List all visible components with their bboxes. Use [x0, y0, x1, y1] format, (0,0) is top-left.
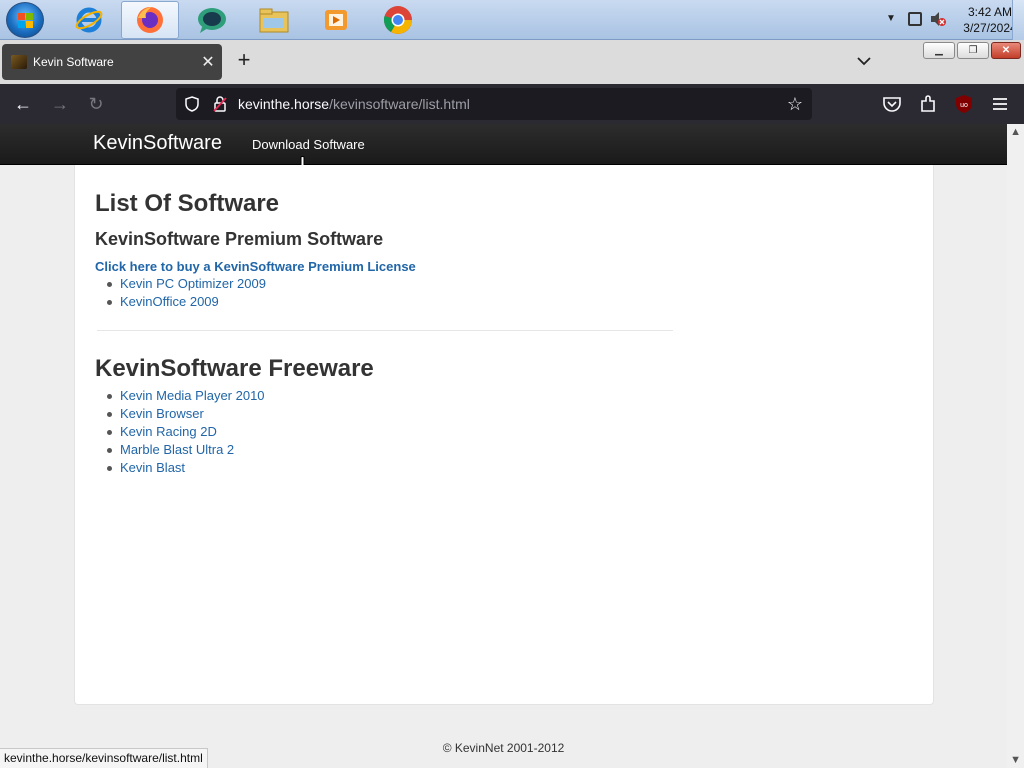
file-explorer-icon[interactable] [245, 1, 303, 39]
section-divider [97, 330, 673, 331]
address-bar[interactable]: kevinthe.horse/kevinsoftware/list.html ☆ [176, 88, 812, 120]
buy-premium-license-link[interactable]: Click here to buy a KevinSoftware Premiu… [95, 259, 416, 274]
firefox-icon[interactable] [121, 1, 179, 39]
tab-kevin-software[interactable]: Kevin Software ✕ [2, 44, 222, 80]
scroll-up-icon[interactable]: ▲ [1010, 126, 1021, 138]
premium-heading: KevinSoftware Premium Software [95, 229, 384, 249]
forward-arrow-icon[interactable]: → [47, 92, 73, 116]
site-favicon-icon [11, 55, 27, 69]
scroll-down-icon[interactable]: ▼ [1010, 754, 1021, 766]
extensions-puzzle-icon[interactable] [917, 93, 939, 115]
premium-software-list: Kevin PC Optimizer 2009 KevinOffice 2009 [107, 275, 266, 311]
internet-explorer-icon[interactable] [60, 1, 118, 39]
url-host: kevinthe.horse [238, 96, 330, 112]
chevron-down-icon [857, 57, 871, 66]
ublock-origin-icon[interactable]: uo [953, 93, 975, 115]
tracking-protection-shield-icon[interactable] [185, 96, 199, 112]
system-tray: ▼ 3:42 AM 3/27/2024 [844, 0, 1024, 40]
windows-flag-icon [18, 13, 34, 29]
close-window-button[interactable]: ✕ [991, 42, 1021, 59]
list-item[interactable]: KevinOffice 2009 [107, 293, 266, 311]
main-content-card: List Of Software KevinSoftware Premium S… [74, 165, 934, 705]
windows-start-icon[interactable] [6, 2, 44, 38]
list-item[interactable]: Kevin PC Optimizer 2009 [107, 275, 266, 293]
volume-muted-icon[interactable] [930, 11, 946, 27]
list-item[interactable]: Kevin Browser [107, 405, 265, 423]
link-status-bar: kevinthe.horse/kevinsoftware/list.html [0, 748, 208, 768]
reload-icon[interactable]: ↻ [83, 92, 109, 116]
clock-date: 3/27/2024 [963, 21, 1017, 35]
window-controls: ▁ ❐ ✕ [923, 42, 1021, 59]
list-item[interactable]: Kevin Racing 2D [107, 423, 265, 441]
tab-title: Kevin Software [33, 55, 114, 69]
hamburger-menu-icon[interactable] [989, 93, 1011, 115]
insecure-lock-icon[interactable] [213, 96, 227, 112]
chat-bubble-app-icon[interactable] [183, 1, 241, 39]
browser-tab-strip: Kevin Software ✕ + ▁ ❐ ✕ [0, 40, 1024, 84]
new-tab-button[interactable]: + [234, 49, 254, 72]
restore-button[interactable]: ❐ [957, 42, 989, 59]
list-item[interactable]: Marble Blast Ultra 2 [107, 441, 265, 459]
minimize-button[interactable]: ▁ [923, 42, 955, 59]
media-player-icon[interactable] [307, 1, 365, 39]
system-clock[interactable]: 3:42 AM 3/27/2024 [962, 4, 1018, 36]
freeware-list: Kevin Media Player 2010 Kevin Browser Ke… [107, 387, 265, 477]
tray-expand-icon[interactable]: ▼ [886, 13, 896, 24]
back-arrow-icon[interactable]: ← [10, 92, 36, 116]
chrome-icon[interactable] [369, 1, 427, 39]
network-icon[interactable] [908, 12, 922, 26]
freeware-heading: KevinSoftware Freeware [95, 355, 374, 382]
page-title: List Of Software [95, 190, 280, 217]
url-path: /kevinsoftware/list.html [329, 96, 470, 112]
clock-time: 3:42 AM [967, 5, 1013, 19]
vertical-scrollbar[interactable]: ▲ ▼ [1007, 124, 1024, 768]
page-viewport: KevinSoftware Download Software List Of … [0, 124, 1024, 768]
bookmark-star-icon[interactable]: ☆ [784, 93, 806, 115]
close-tab-icon[interactable]: ✕ [200, 52, 216, 72]
windows-taskbar: ▼ 3:42 AM 3/27/2024 [0, 0, 1024, 40]
nav-download-software[interactable]: Download Software [252, 137, 365, 152]
url-text[interactable]: kevinthe.horse/kevinsoftware/list.html [238, 96, 470, 112]
svg-text:uo: uo [960, 102, 968, 109]
site-navbar: KevinSoftware Download Software [0, 124, 1007, 165]
show-desktop-button[interactable] [1012, 0, 1024, 40]
list-item[interactable]: Kevin Blast [107, 459, 265, 477]
site-brand[interactable]: KevinSoftware [93, 132, 222, 155]
browser-toolbar: ← → ↻ kevinthe.horse/kevinsoftware/list.… [0, 84, 1024, 124]
pocket-icon[interactable] [881, 93, 903, 115]
list-item[interactable]: Kevin Media Player 2010 [107, 387, 265, 405]
list-all-tabs-button[interactable] [854, 52, 874, 70]
